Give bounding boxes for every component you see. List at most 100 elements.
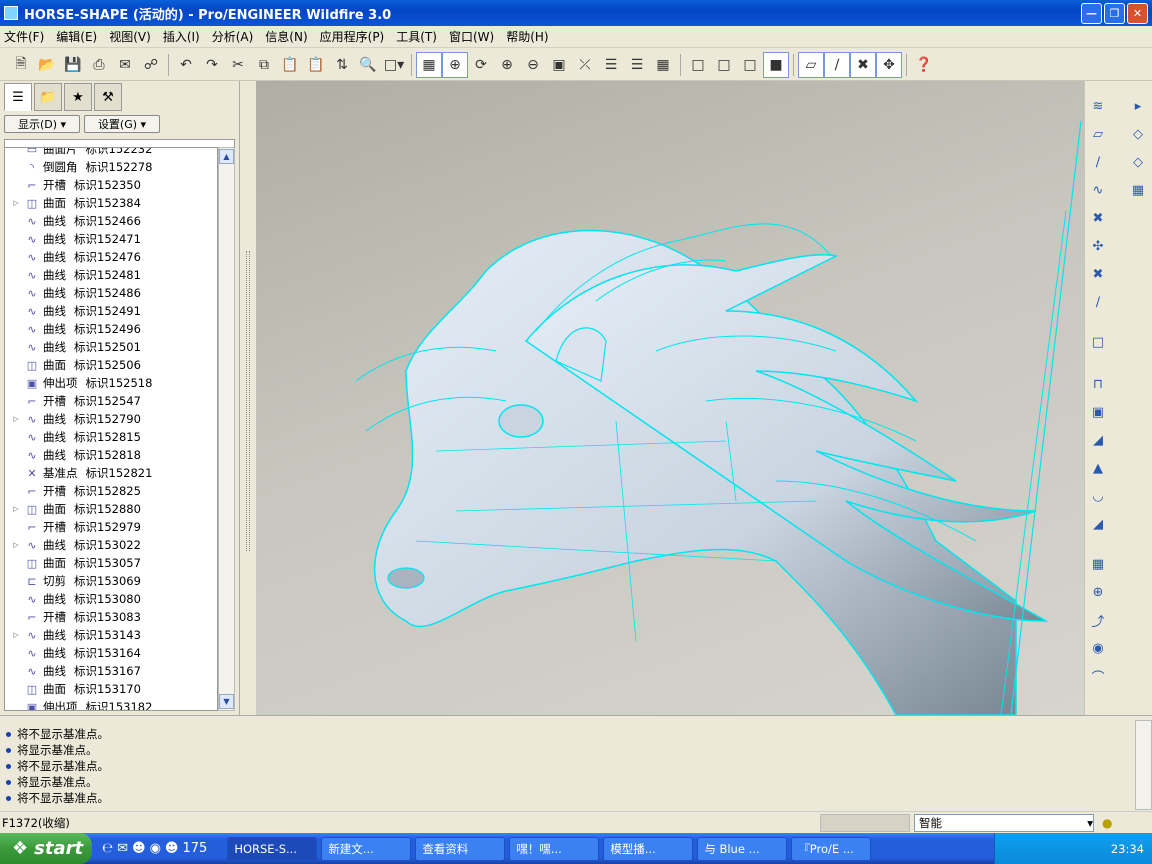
datum-curve-icon[interactable]: ∿	[1087, 179, 1109, 201]
tree-item[interactable]: ◫ 曲面 标识153170	[5, 680, 217, 698]
tree-item[interactable]: ∿ 曲线 标识152486	[5, 284, 217, 302]
tree-item[interactable]: ◫ 曲面 标识152506	[5, 356, 217, 374]
selection-filter[interactable]: 智能 ▾	[914, 813, 1094, 832]
coordinate-systems-icon[interactable]: ✥	[876, 51, 902, 78]
tree-item[interactable]: ▭ 曲面片 标识152232	[5, 148, 217, 158]
graphics-window[interactable]	[256, 81, 1084, 715]
close-button[interactable]: ✕	[1127, 3, 1148, 24]
panel-sash[interactable]	[240, 81, 256, 715]
refit-curve-icon[interactable]: ∕	[1087, 291, 1109, 313]
taskbar-item[interactable]: 嘿！嘿...	[509, 836, 600, 861]
folder-browser-tab[interactable]: 📁	[34, 83, 62, 111]
menu-applications[interactable]: 应用程序(P)	[320, 28, 385, 45]
view-manager-icon[interactable]: ▦	[650, 52, 676, 78]
find-icon[interactable]: 🔍	[355, 52, 381, 78]
datum-points-icon[interactable]: ✖	[850, 51, 876, 78]
tree-item[interactable]: ▣ 伸出项 标识152518	[5, 374, 217, 392]
regenerate-icon[interactable]: ⇅	[329, 52, 355, 78]
taskbar-item[interactable]: 与 Blue ...	[697, 836, 788, 861]
tree-item[interactable]: ⊏ 切剪 标识153069	[5, 572, 217, 590]
datum-plane-icon[interactable]: ▱	[1087, 123, 1109, 145]
zoom-out-icon[interactable]: ⊖	[520, 52, 546, 78]
hidden-line-icon[interactable]: □	[711, 52, 737, 78]
new-file-icon[interactable]: 🗎	[8, 52, 34, 78]
taskbar-item[interactable]: HORSE-S...	[227, 836, 318, 861]
shell-icon[interactable]: ▣	[1087, 401, 1109, 423]
scroll-up-icon[interactable]: ▲	[219, 149, 234, 164]
settings-dropdown[interactable]: 设置(G) ▾	[84, 115, 160, 133]
style-icon[interactable]: ⌒	[1087, 665, 1109, 687]
message-scrollbar[interactable]	[1135, 720, 1152, 810]
expand-arrow-icon[interactable]: ▷	[11, 541, 21, 549]
tree-item[interactable]: ✕ 基准点 标识152821	[5, 464, 217, 482]
tree-item[interactable]: ◝ 倒圆角 标识152278	[5, 158, 217, 176]
expand-arrow-icon[interactable]: ▷	[11, 415, 21, 423]
csys-icon[interactable]: ✣	[1087, 235, 1109, 257]
clock[interactable]: 23:34	[1111, 842, 1144, 856]
expand-arrow-icon[interactable]: ▷	[11, 505, 21, 513]
hole-icon[interactable]: ⊓	[1087, 373, 1109, 395]
mail-attach-icon[interactable]: ☍	[138, 52, 164, 78]
analysis-icon[interactable]: ✖	[1087, 263, 1109, 285]
taskbar-item[interactable]: 查看资料	[415, 836, 506, 861]
saved-views-icon[interactable]: ☰	[598, 52, 624, 78]
menu-info[interactable]: 信息(N)	[265, 28, 307, 45]
tree-item[interactable]: ▣ 伸出项 标识153182	[5, 698, 217, 710]
datum-point-icon[interactable]: ✖	[1087, 207, 1109, 229]
tree-item[interactable]: ▷ ∿ 曲线 标识153143	[5, 626, 217, 644]
sketch-icon[interactable]: ≋	[1087, 95, 1109, 117]
datum-planes-icon[interactable]: ▱	[798, 51, 824, 78]
datum-axis-icon[interactable]: ∕	[1087, 151, 1109, 173]
undo-icon[interactable]: ↶	[173, 52, 199, 78]
tree-item[interactable]: ⌐ 开槽 标识152547	[5, 392, 217, 410]
layers-icon[interactable]: ☰	[624, 52, 650, 78]
tree-item[interactable]: ∿ 曲线 标识153164	[5, 644, 217, 662]
tree-item[interactable]: ▷ ◫ 曲面 标识152880	[5, 500, 217, 518]
datum-axes-icon[interactable]: ∕	[824, 51, 850, 78]
revolve-icon[interactable]: ⊕	[1087, 581, 1109, 603]
rib-icon[interactable]: ◢	[1087, 429, 1109, 451]
save-icon[interactable]: 💾	[60, 52, 86, 78]
menu-insert[interactable]: 插入(I)	[163, 28, 200, 45]
taskbar-item[interactable]: 新建文...	[321, 836, 412, 861]
tree-item[interactable]: ▷ ∿ 曲线 标识153022	[5, 536, 217, 554]
quick-175[interactable]: 175	[182, 841, 207, 856]
qq-icon[interactable]: ☻	[132, 841, 146, 856]
bulb-icon[interactable]: ●	[1102, 816, 1112, 830]
start-button[interactable]: ❖ start	[0, 833, 92, 864]
tree-item[interactable]: ▷ ◫ 曲面 标识152384	[5, 194, 217, 212]
repaint-icon[interactable]: ▦	[416, 51, 442, 78]
tree-scrollbar[interactable]: ▲ ▼	[218, 147, 235, 711]
chamfer-icon[interactable]: ◢	[1087, 513, 1109, 535]
shading-icon[interactable]: ■	[763, 51, 789, 78]
maximize-button[interactable]: ❐	[1104, 3, 1125, 24]
redo-icon[interactable]: ↷	[199, 52, 225, 78]
tree-item[interactable]: ∿ 曲线 标识153167	[5, 662, 217, 680]
no-hidden-icon[interactable]: □	[737, 52, 763, 78]
menu-help[interactable]: 帮助(H)	[506, 28, 548, 45]
extrude-icon[interactable]: ▦	[1087, 553, 1109, 575]
tree-item[interactable]: ∿ 曲线 标识152815	[5, 428, 217, 446]
alien-icon[interactable]: ☻	[165, 841, 179, 856]
select-box-icon[interactable]: □▾	[381, 52, 407, 78]
tree-item[interactable]: ▷ ∿ 曲线 标识152790	[5, 410, 217, 428]
wireframe-icon[interactable]: □	[685, 52, 711, 78]
paste-icon[interactable]: 📋	[277, 52, 303, 78]
reorient-icon[interactable]: ⤫	[572, 52, 598, 78]
browser-icon[interactable]: ◉	[150, 841, 161, 856]
menu-window[interactable]: 窗口(W)	[449, 28, 494, 45]
scroll-down-icon[interactable]: ▼	[219, 694, 234, 709]
tree-item[interactable]: ◫ 曲面 标识153057	[5, 554, 217, 572]
minimize-button[interactable]: —	[1081, 3, 1102, 24]
model-tree-tab[interactable]: ☰	[4, 83, 32, 111]
tree-item[interactable]: ⌐ 开槽 标识152350	[5, 176, 217, 194]
round-icon[interactable]: ◡	[1087, 485, 1109, 507]
refit-icon[interactable]: ▣	[546, 52, 572, 78]
menu-tools[interactable]: 工具(T)	[396, 28, 437, 45]
tree-item[interactable]: ∿ 曲线 标识153080	[5, 590, 217, 608]
taskbar-item[interactable]: 模型播...	[603, 836, 694, 861]
tree-item[interactable]: ∿ 曲线 标识152481	[5, 266, 217, 284]
mirror-icon[interactable]: ▸	[1127, 95, 1149, 117]
sweep-icon[interactable]: ⤴	[1087, 609, 1109, 631]
expand-arrow-icon[interactable]: ▷	[11, 631, 21, 639]
